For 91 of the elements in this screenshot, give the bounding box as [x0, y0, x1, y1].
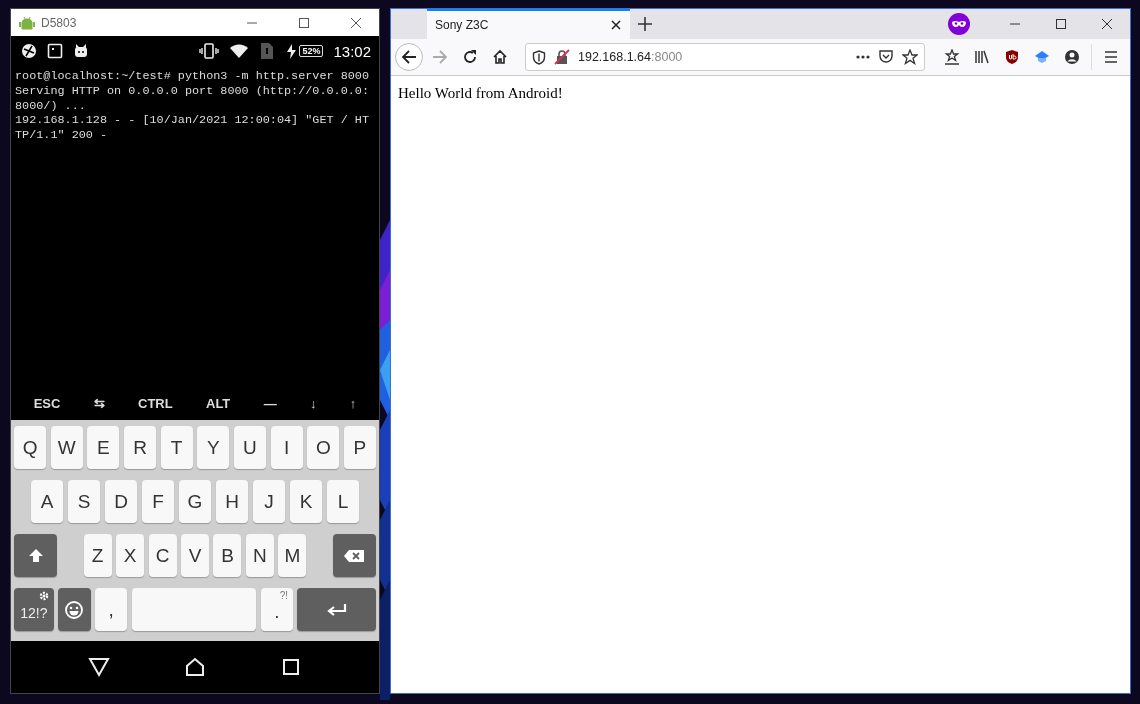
extra-key[interactable]: ESC — [27, 393, 67, 413]
symbols-key[interactable]: 12!? — [14, 588, 54, 631]
key[interactable]: J — [252, 480, 286, 523]
menu-icon[interactable] — [1103, 49, 1119, 65]
key[interactable]: I — [270, 426, 303, 469]
key[interactable]: . ?! — [260, 588, 293, 631]
key[interactable]: Q — [13, 426, 47, 469]
terminal-line: root@localhost:~/test# python3 -m http.server 8000 — [15, 69, 369, 84]
key[interactable]: D — [104, 480, 138, 523]
extra-key[interactable]: — — [257, 393, 283, 413]
key[interactable]: Y — [197, 426, 230, 469]
shield-icon — [532, 49, 546, 65]
minimize-icon — [247, 21, 257, 24]
terminal-line: Serving HTTP on 0.0.0.0 port 8000 (http://0.0.0.0: — [15, 83, 369, 99]
charging-icon — [285, 42, 298, 60]
key[interactable]: A — [30, 480, 64, 523]
clock: 13:02 — [333, 42, 371, 60]
key[interactable]: B — [213, 534, 242, 577]
browser-tab[interactable]: Sony Z3C — [427, 9, 630, 39]
enter-key[interactable] — [297, 588, 376, 631]
shield-icon[interactable] — [1004, 49, 1020, 65]
gear-icon — [38, 591, 49, 601]
wifi-icon — [229, 42, 250, 60]
extra-key[interactable]: ALT — [200, 393, 237, 413]
extra-key[interactable]: ⇆ — [87, 393, 111, 413]
backspace-icon — [343, 548, 366, 563]
key[interactable]: S — [67, 480, 101, 523]
key[interactable]: O — [307, 426, 340, 469]
square-recents-icon[interactable] — [280, 656, 302, 678]
key[interactable]: E — [87, 426, 120, 469]
triangle-back-icon[interactable] — [88, 656, 110, 678]
graduation-cap-icon[interactable] — [1034, 49, 1050, 65]
back-button[interactable] — [395, 43, 423, 71]
back-arrow-icon — [401, 49, 417, 65]
cat-icon — [73, 43, 89, 59]
maximize-icon — [299, 17, 309, 28]
backspace-key[interactable] — [332, 534, 376, 577]
key[interactable]: N — [245, 534, 274, 577]
key[interactable]: G — [178, 480, 212, 523]
extra-key[interactable]: ↓ — [303, 393, 323, 413]
terminal-line: 8000/) ... — [15, 98, 86, 114]
key[interactable]: H — [215, 480, 249, 523]
key[interactable]: X — [116, 534, 144, 577]
account-icon[interactable] — [1064, 49, 1080, 65]
page-text: Hello World from Android! — [398, 85, 563, 101]
square-icon — [47, 43, 63, 59]
key[interactable]: F — [141, 480, 175, 523]
key[interactable]: P — [343, 426, 377, 469]
reload-icon[interactable] — [462, 49, 478, 65]
emoji-key[interactable] — [58, 588, 91, 631]
key-hint: ?! — [279, 590, 288, 601]
close-icon — [351, 17, 361, 28]
key[interactable]: V — [181, 534, 209, 577]
up-arrow-icon — [27, 548, 44, 563]
key[interactable]: C — [148, 534, 177, 577]
close-icon — [1102, 19, 1112, 29]
mask-icon — [948, 13, 970, 35]
insecure-lock-icon — [554, 49, 570, 65]
home-icon[interactable] — [184, 656, 206, 678]
key[interactable]: K — [289, 480, 323, 523]
window-title: D5803 — [41, 15, 77, 30]
library-icon[interactable] — [974, 49, 990, 65]
return-icon — [325, 602, 348, 617]
url-text: 192.168.1.64:8000 — [578, 50, 684, 64]
key[interactable]: , — [95, 588, 128, 631]
minimize-icon — [1010, 23, 1020, 25]
key[interactable]: L — [326, 480, 360, 523]
extra-key[interactable]: CTRL — [132, 393, 179, 413]
close-icon — [610, 19, 622, 31]
shift-key[interactable] — [14, 534, 58, 577]
android-icon — [19, 14, 35, 31]
sim-card-icon — [259, 42, 276, 60]
home-icon[interactable] — [492, 49, 508, 65]
extra-key[interactable]: ↑ — [343, 393, 363, 413]
pocket-icon — [878, 49, 894, 65]
key[interactable]: M — [278, 534, 307, 577]
key[interactable]: R — [123, 426, 157, 469]
vibrate-icon — [199, 42, 220, 60]
star-icon — [902, 49, 918, 65]
key[interactable]: U — [233, 426, 267, 469]
plus-icon — [638, 17, 652, 31]
star-list-icon[interactable] — [944, 49, 960, 65]
key[interactable]: T — [160, 426, 193, 469]
key[interactable]: Z — [83, 534, 112, 577]
terminal-line: TP/1.1" 200 - — [15, 128, 108, 143]
address-bar[interactable]: 192.168.1.64:8000 — [525, 43, 925, 71]
smiley-icon — [64, 599, 85, 620]
key[interactable]: W — [50, 426, 83, 469]
maximize-icon — [1056, 19, 1066, 29]
battery-level: 52% — [299, 45, 324, 57]
terminal-line: 192.168.1.128 - - [10/Jan/2021 12:00:04] "GET / HT — [15, 113, 369, 129]
